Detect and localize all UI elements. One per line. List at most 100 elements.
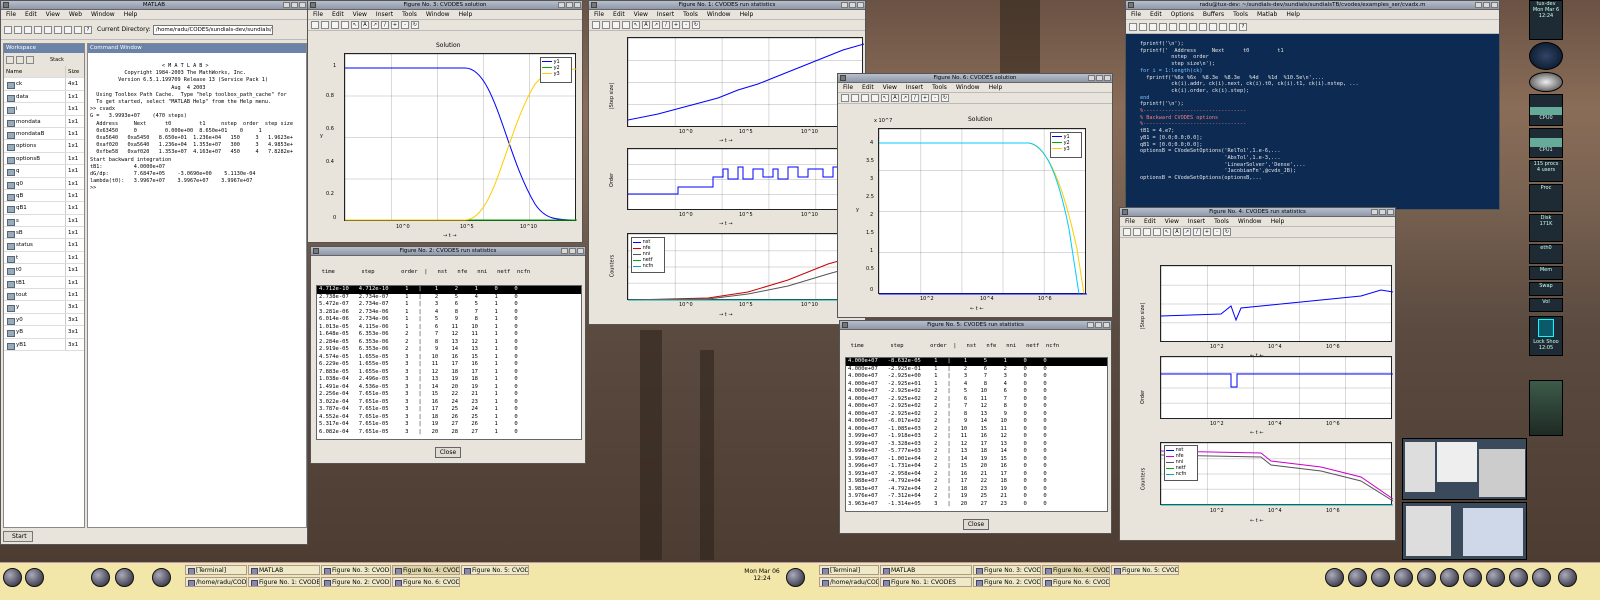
volume-control[interactable]: Vol: [1529, 298, 1563, 312]
figure3-axes[interactable]: y1 y2 y3: [344, 53, 578, 221]
text-icon[interactable]: A: [1173, 228, 1181, 236]
table-row[interactable]: 2.738e-07 2.734e-07 1 | 2 5 4 1 0: [317, 294, 581, 302]
tray-icon[interactable]: [1371, 568, 1390, 587]
new-figure-icon[interactable]: [311, 21, 319, 29]
menu-tools[interactable]: Tools: [402, 11, 417, 18]
open-icon[interactable]: [1133, 228, 1141, 236]
open-icon[interactable]: [602, 21, 610, 29]
workspace-variable-row[interactable]: ck 4x1: [4, 78, 84, 91]
mail-launcher-icon[interactable]: [115, 568, 134, 587]
paste-icon[interactable]: [1199, 22, 1207, 31]
table-row[interactable]: 3.993e+07 -2.958e+04 2 | 16 21 17 0 0: [846, 471, 1107, 479]
pointer-icon[interactable]: ↖: [1163, 228, 1171, 236]
close-icon[interactable]: [577, 248, 584, 254]
zoom-out-icon[interactable]: -: [1213, 228, 1221, 236]
maximize-icon[interactable]: [1095, 322, 1102, 328]
undo-icon[interactable]: [54, 25, 62, 34]
arrow-icon[interactable]: ↗: [901, 94, 909, 102]
close-icon[interactable]: [1104, 75, 1111, 81]
minimize-icon[interactable]: [841, 2, 848, 8]
menu-file[interactable]: File: [1131, 11, 1141, 18]
zoom-out-icon[interactable]: -: [682, 21, 690, 29]
task-matlab[interactable]: MATLAB: [248, 565, 320, 575]
line-icon[interactable]: /: [1193, 228, 1201, 236]
menu-file[interactable]: File: [843, 84, 853, 91]
line-icon[interactable]: /: [662, 21, 670, 29]
curdir-input[interactable]: /home/radu/CODES/sundials-dev/sundials/s…: [152, 24, 273, 35]
zoom-in-icon[interactable]: +: [672, 21, 680, 29]
menu-view[interactable]: View: [634, 11, 648, 18]
workspace-variable-row[interactable]: tB1 1x1: [4, 276, 84, 290]
menu-help[interactable]: Help: [1271, 218, 1285, 225]
table-row[interactable]: 3.787e-04 7.651e-05 3 | 17 25 24 1 0: [317, 406, 581, 414]
rotate-icon[interactable]: ↻: [1223, 228, 1231, 236]
figure1-titlebar[interactable]: Figure No. 1: CVODES run statistics: [589, 1, 865, 10]
menu-window[interactable]: Window: [426, 11, 450, 18]
workspace-variable-row[interactable]: qB1 1x1: [4, 202, 84, 215]
close-icon[interactable]: [299, 2, 306, 8]
close-button[interactable]: Close: [963, 519, 989, 530]
table-row[interactable]: 5.472e-07 2.734e-07 1 | 3 6 5 1 0: [317, 301, 581, 309]
figure5-titlebar[interactable]: Figure No. 5: CVODES run statistics: [840, 321, 1111, 330]
close-icon[interactable]: [574, 2, 581, 8]
table-row[interactable]: 3.999e+07 -1.918e+03 2 | 11 16 12 0 0: [846, 433, 1107, 441]
menu-edit[interactable]: Edit: [1144, 218, 1156, 225]
tray-icon[interactable]: [1558, 568, 1577, 587]
open-var-icon[interactable]: [6, 55, 14, 64]
maximize-icon[interactable]: [566, 2, 573, 8]
menu-edit[interactable]: Edit: [332, 11, 344, 18]
minimize-icon[interactable]: [1371, 209, 1378, 215]
table-row[interactable]: 5.317e-04 7.651e-05 3 | 19 27 26 1 0: [317, 421, 581, 429]
rotate-icon[interactable]: ↻: [941, 94, 949, 102]
print-icon[interactable]: [1153, 228, 1161, 236]
table-row[interactable]: 3.988e+07 -4.792e+04 2 | 17 22 18 0 0: [846, 478, 1107, 486]
window-menu-icon[interactable]: [3, 2, 9, 8]
simulink-icon[interactable]: [74, 25, 82, 34]
print-icon[interactable]: [622, 21, 630, 29]
task-figure6[interactable]: Figure No. 6: CVODES: [1042, 577, 1110, 587]
tray-icon[interactable]: [1440, 568, 1459, 587]
menu-view[interactable]: View: [46, 11, 60, 18]
workspace-variable-row[interactable]: yB1 3x1: [4, 338, 84, 351]
print-icon[interactable]: [871, 94, 879, 102]
help-icon[interactable]: ?: [1239, 22, 1247, 31]
maximize-icon[interactable]: [291, 2, 298, 8]
close-icon[interactable]: [857, 2, 864, 8]
menu-edit[interactable]: Edit: [613, 11, 625, 18]
save-icon[interactable]: [331, 21, 339, 29]
workspace-variable-row[interactable]: yB 3x1: [4, 326, 84, 339]
text-icon[interactable]: A: [642, 21, 650, 29]
column-name[interactable]: Name: [4, 66, 66, 78]
table-row[interactable]: 4.000e+07 -1.085e+03 2 | 10 15 11 0 0: [846, 426, 1107, 434]
copy-icon[interactable]: [34, 25, 42, 34]
stepsize-axes[interactable]: [627, 37, 865, 127]
task-terminal[interactable]: [Terminal]: [185, 565, 247, 575]
menu-help[interactable]: Help: [740, 11, 754, 18]
stepsize-axes[interactable]: [1160, 265, 1394, 342]
workspace-variable-row[interactable]: options 1x1: [4, 140, 84, 153]
new-figure-icon[interactable]: [841, 94, 849, 102]
workspace-variable-row[interactable]: sB 1x1: [4, 227, 84, 240]
workspace-variable-row[interactable]: t0 1x1: [4, 264, 84, 277]
menu-window[interactable]: Window: [707, 11, 731, 18]
maximize-icon[interactable]: [1096, 75, 1103, 81]
figure4-titlebar[interactable]: Figure No. 4: CVODES run statistics: [1120, 208, 1395, 217]
terminal-launcher-icon[interactable]: [25, 568, 44, 587]
table-row[interactable]: 3.022e-04 7.651e-05 3 | 16 24 23 1 0: [317, 399, 581, 407]
start-button[interactable]: Start: [3, 531, 33, 542]
tray-icon[interactable]: [1394, 568, 1413, 587]
workspace-variable-row[interactable]: tout 1x1: [4, 289, 84, 302]
menu-view[interactable]: View: [1165, 218, 1179, 225]
workspace-variable-row[interactable]: optionsB 1x1: [4, 152, 84, 166]
workspace-variable-row[interactable]: t 1x1: [4, 251, 84, 265]
tray-icon[interactable]: [1348, 568, 1367, 587]
maximize-icon[interactable]: [569, 248, 576, 254]
cut-icon[interactable]: [24, 25, 32, 34]
close-icon[interactable]: [1491, 2, 1498, 8]
menu-edit[interactable]: Edit: [1150, 11, 1162, 18]
close-buffer-icon[interactable]: [1149, 22, 1157, 31]
save-icon[interactable]: [1143, 228, 1151, 236]
copy-icon[interactable]: [1189, 22, 1197, 31]
figure3-titlebar[interactable]: Figure No. 3: CVODES solution: [308, 1, 582, 10]
table-row[interactable]: 4.000e+07 -2.925e+00 1 | 3 7 3 0 0: [846, 373, 1107, 381]
